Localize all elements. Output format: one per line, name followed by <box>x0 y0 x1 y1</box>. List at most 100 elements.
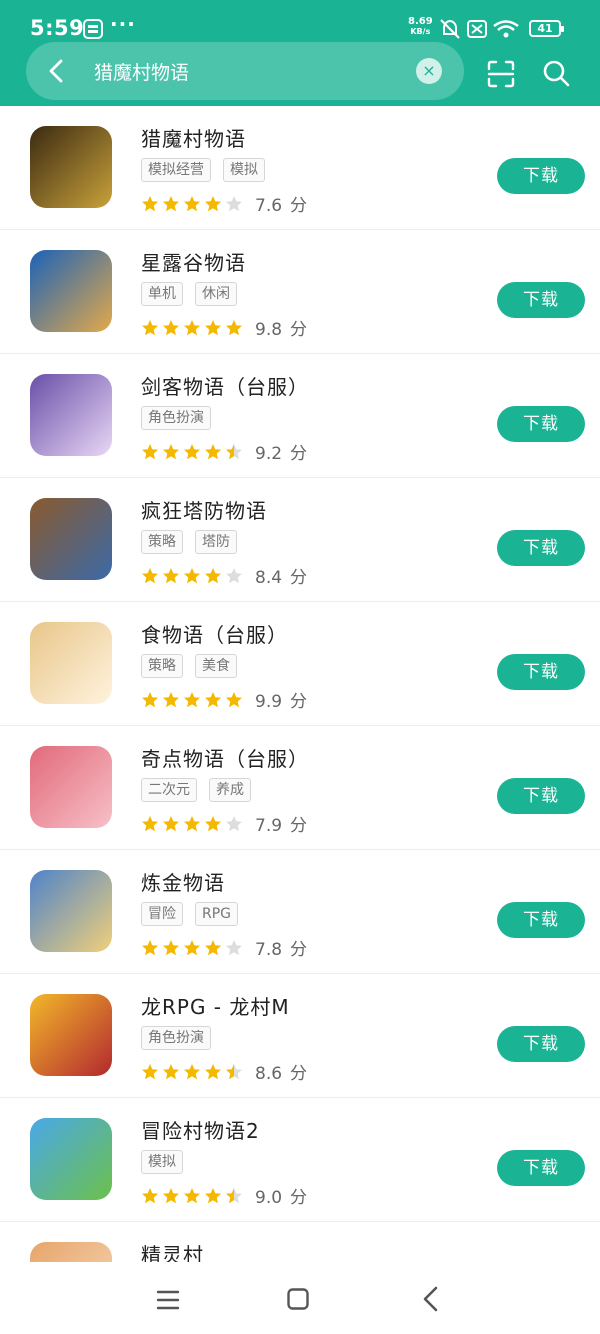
download-button[interactable]: 下载 <box>497 530 585 566</box>
rating-score-value: 8.4 <box>255 568 283 588</box>
app-tags: 模拟经营 模拟 <box>141 158 265 182</box>
tag-badge: RPG <box>195 902 239 926</box>
list-item[interactable]: 剑客物语（台服） 角色扮演 9.2 分 下载 <box>0 354 600 478</box>
star-icon <box>205 319 221 335</box>
app-name[interactable]: 炼金物语 <box>141 867 225 896</box>
search-icon[interactable] <box>542 59 570 87</box>
star-icon <box>184 319 200 335</box>
list-item[interactable]: 猎魔村物语模拟经营 模拟 7.6 分 下载 <box>0 106 600 230</box>
app-name[interactable]: 精灵村 <box>141 1239 204 1262</box>
menu-icon[interactable] <box>156 1288 180 1312</box>
back-icon[interactable] <box>420 1286 442 1312</box>
app-icon[interactable] <box>30 1242 112 1262</box>
rating-score-unit: 分 <box>290 692 308 712</box>
star-rating: 9.8 分 <box>141 315 307 340</box>
home-icon[interactable] <box>287 1288 309 1310</box>
download-button[interactable]: 下载 <box>497 158 585 194</box>
app-icon[interactable] <box>30 126 112 208</box>
app-icon[interactable] <box>30 498 112 580</box>
rating-score: 8.6 分 <box>255 1059 307 1084</box>
download-button[interactable]: 下载 <box>497 406 585 442</box>
star-icon <box>163 1063 179 1079</box>
download-button[interactable]: 下载 <box>497 902 585 938</box>
download-button[interactable]: 下载 <box>497 1026 585 1062</box>
tag-badge: 二次元 <box>141 778 197 802</box>
rating-score-value: 9.2 <box>255 444 283 464</box>
list-item[interactable]: 冒险村物语2 模拟 9.0 分 下载 <box>0 1098 600 1222</box>
rating-score-unit: 分 <box>290 196 308 216</box>
app-icon[interactable] <box>30 622 112 704</box>
search-input[interactable]: 猎魔村物语 <box>94 58 189 85</box>
status-time: 5:59 <box>30 16 85 40</box>
star-icon <box>205 815 221 831</box>
list-item[interactable]: 龙RPG - 龙村M 角色扮演 8.6 分 下载 <box>0 974 600 1098</box>
tag-badge: 养成 <box>209 778 251 802</box>
rating-score: 8.4 分 <box>255 563 307 588</box>
system-nav-bar <box>0 1264 600 1334</box>
star-icon <box>163 815 179 831</box>
search-bar[interactable]: 猎魔村物语 × <box>26 42 464 100</box>
app-icon[interactable] <box>30 374 112 456</box>
app-name[interactable]: 疯狂塔防物语 <box>141 495 267 524</box>
tag-badge: 模拟 <box>141 1150 183 1174</box>
tag-badge: 单机 <box>141 282 183 306</box>
app-tags: 策略 塔防 <box>141 530 237 554</box>
rating-score-unit: 分 <box>290 320 308 340</box>
download-button[interactable]: 下载 <box>497 778 585 814</box>
rating-score-value: 9.0 <box>255 1188 283 1208</box>
app-name[interactable]: 冒险村物语2 <box>141 1115 260 1144</box>
download-button[interactable]: 下载 <box>497 282 585 318</box>
star-icon <box>205 1187 221 1203</box>
rating-score-value: 9.9 <box>255 692 283 712</box>
star-icon <box>142 815 158 831</box>
download-button[interactable]: 下载 <box>497 654 585 690</box>
star-rating: 8.6 分 <box>141 1059 307 1084</box>
sim-off-icon <box>467 20 487 38</box>
download-button[interactable]: 下载 <box>497 1150 585 1186</box>
rating-score-value: 7.9 <box>255 816 283 836</box>
app-icon[interactable] <box>30 994 112 1076</box>
rating-score-value: 7.8 <box>255 940 283 960</box>
list-item[interactable]: 食物语（台服） 策略 美食 9.9 分 下载 <box>0 602 600 726</box>
app-name[interactable]: 星露谷物语 <box>141 247 246 276</box>
list-item[interactable]: 星露谷物语单机 休闲 9.8 分 下载 <box>0 230 600 354</box>
app-icon[interactable] <box>30 250 112 332</box>
star-icon <box>142 1187 158 1203</box>
tag-badge: 角色扮演 <box>141 1026 211 1050</box>
star-icon <box>184 1063 200 1079</box>
app-name[interactable]: 剑客物语（台服） <box>141 371 309 400</box>
app-name[interactable]: 猎魔村物语 <box>141 123 246 152</box>
star-icon <box>226 319 242 335</box>
app-name[interactable]: 奇点物语（台服） <box>141 743 309 772</box>
list-item[interactable]: 炼金物语冒险 RPG 7.8 分 下载 <box>0 850 600 974</box>
star-icon <box>163 195 179 211</box>
app-icon[interactable] <box>30 746 112 828</box>
app-name[interactable]: 龙RPG - 龙村M <box>141 991 290 1020</box>
app-icon[interactable] <box>30 870 112 952</box>
rating-score: 9.8 分 <box>255 315 307 340</box>
scan-icon[interactable] <box>486 59 516 89</box>
star-icon <box>205 691 221 707</box>
app-name[interactable]: 食物语（台服） <box>141 619 288 648</box>
star-icon <box>184 939 200 955</box>
rating-score-unit: 分 <box>290 568 308 588</box>
star-rating: 7.8 分 <box>141 935 307 960</box>
rating-score: 7.6 分 <box>255 191 307 216</box>
tag-badge: 模拟 <box>223 158 265 182</box>
tag-badge: 美食 <box>195 654 237 678</box>
app-icon[interactable] <box>30 1118 112 1200</box>
notification-app-icon <box>82 18 104 40</box>
app-tags: 冒险 RPG <box>141 902 239 926</box>
list-item[interactable]: 精灵村 <box>0 1222 600 1262</box>
back-arrow-icon[interactable] <box>44 58 70 84</box>
rating-score: 9.9 分 <box>255 687 307 712</box>
star-icon <box>184 443 200 459</box>
star-rating: 8.4 分 <box>141 563 307 588</box>
clear-icon[interactable]: × <box>416 58 442 84</box>
star-icon <box>226 939 242 955</box>
star-icon <box>163 319 179 335</box>
app-list: 猎魔村物语 模拟经营 模拟 7.6 分下载 星露谷物语 单机 休闲 9.8 分下载 剑客物语（台服）… <box>0 106 600 1262</box>
app-tags: 单机 休闲 <box>141 282 237 306</box>
list-item[interactable]: 奇点物语（台服） 二次元 养成 7.9 分 下载 <box>0 726 600 850</box>
list-item[interactable]: 疯狂塔防物语策略 塔防 8.4 分 下载 <box>0 478 600 602</box>
